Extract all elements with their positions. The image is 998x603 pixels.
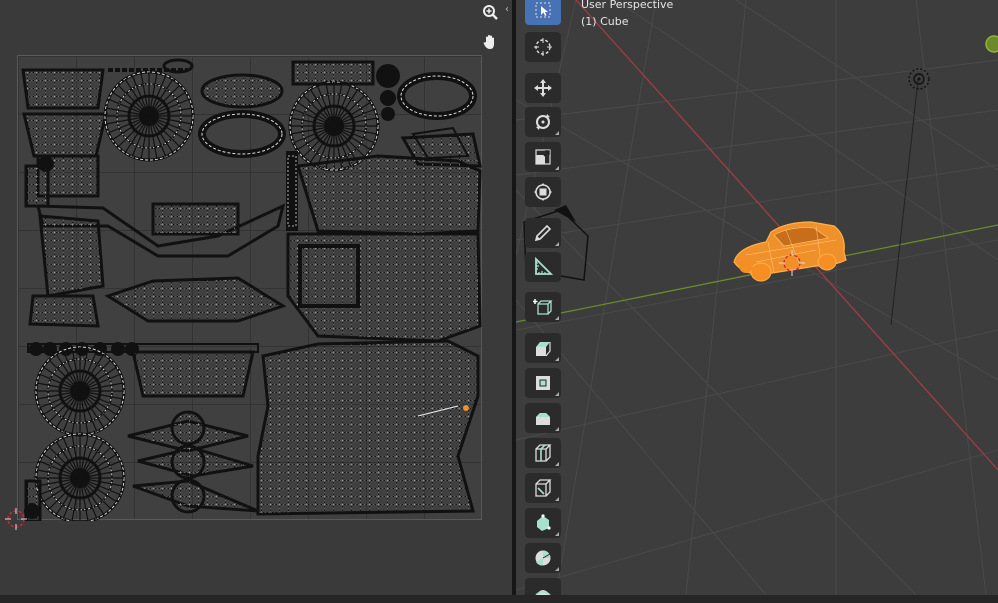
gizmo-y-icon[interactable] [985, 35, 998, 53]
3d-viewport[interactable]: User Perspective (1) Cube [516, 0, 998, 595]
poly-build-tool[interactable] [525, 508, 561, 538]
status-bar [0, 595, 998, 603]
zoom-icon[interactable] [477, 0, 503, 26]
knife-tool[interactable] [525, 473, 561, 503]
pencil-icon [534, 224, 552, 242]
inset-icon [536, 376, 550, 390]
cursor-icon [535, 2, 551, 18]
uv-islands[interactable] [18, 56, 483, 521]
viewport-scene[interactable] [516, 0, 998, 595]
loop-cut-tool[interactable] [525, 438, 561, 468]
hand-pan-icon[interactable] [477, 29, 503, 55]
select-tool[interactable] [525, 0, 561, 25]
transform-icon [534, 183, 552, 201]
scale-icon [535, 149, 551, 165]
uv-editor[interactable]: ‹ [0, 0, 512, 595]
uv-grid[interactable] [17, 55, 483, 521]
collapse-arrow-icon[interactable]: ‹ [505, 4, 509, 15]
annotate-tool[interactable] [525, 218, 561, 248]
car-object[interactable] [733, 221, 847, 282]
loop-cut-icon [535, 444, 552, 462]
move-icon [534, 79, 552, 97]
scale-tool[interactable] [525, 142, 561, 172]
spin-tool[interactable] [525, 543, 561, 573]
blender-window: ‹ User Perspective (1) Cube [0, 0, 998, 603]
bevel-icon [536, 413, 550, 425]
spin-icon [535, 550, 551, 566]
crosshair-icon [534, 38, 552, 56]
extrude-tool[interactable] [525, 333, 561, 363]
extrude-icon [536, 342, 551, 357]
knife-icon [535, 479, 552, 497]
cursor-tool[interactable] [525, 32, 561, 62]
ruler-icon [535, 257, 553, 275]
add-cube-icon [533, 299, 553, 315]
poly-build-icon [537, 514, 551, 531]
bevel-tool[interactable] [525, 403, 561, 433]
rotate-tool[interactable] [525, 107, 561, 137]
uv-cursor-icon [5, 508, 27, 530]
rotate-icon [536, 114, 550, 130]
viewport-title: User Perspective [581, 0, 674, 11]
inset-tool[interactable] [525, 368, 561, 398]
measure-tool[interactable] [525, 252, 561, 282]
move-tool[interactable] [525, 73, 561, 103]
smooth-tool[interactable] [525, 578, 561, 595]
transform-tool[interactable] [525, 177, 561, 207]
add-cube-tool[interactable] [525, 292, 561, 322]
smooth-icon [535, 590, 551, 595]
active-object-label: (1) Cube [581, 15, 629, 28]
